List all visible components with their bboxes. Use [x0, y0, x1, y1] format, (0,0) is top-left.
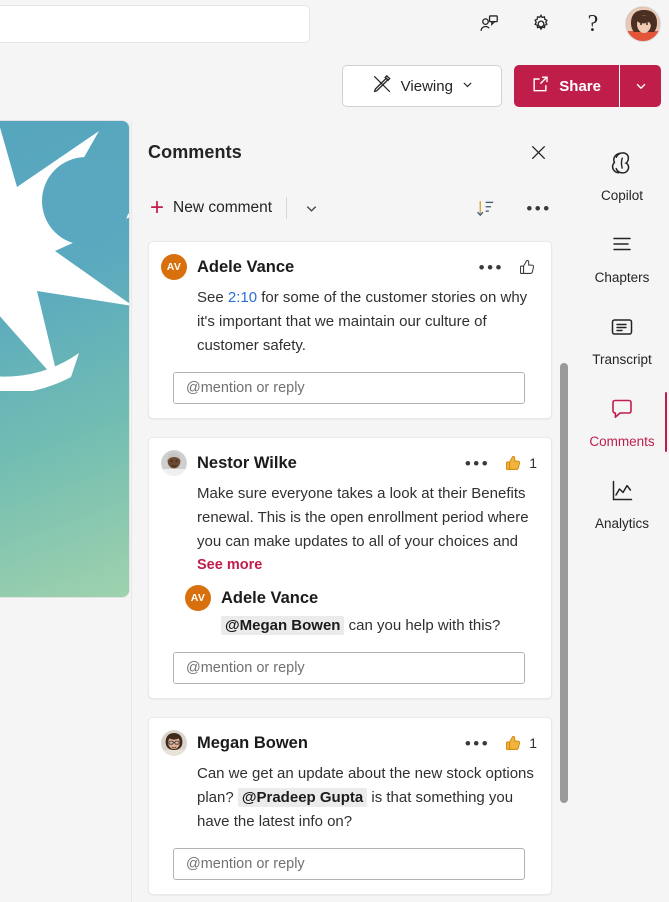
comments-toolbar: + New comment •••	[132, 183, 575, 233]
comment-body: See 2:10 for some of the customer storie…	[197, 286, 537, 358]
reaction-count: 1	[529, 455, 537, 471]
mention-chip[interactable]: @Megan Bowen	[221, 616, 345, 635]
comment-body: Can we get an update about the new stock…	[197, 762, 537, 834]
transcript-icon	[608, 313, 636, 346]
thumbs-up-icon[interactable]: 1	[504, 734, 537, 753]
share-icon	[530, 74, 550, 98]
comment-header-actions: ••• 1	[465, 734, 537, 753]
reply-author-name: Adele Vance	[221, 588, 319, 607]
more-options-icon[interactable]: •••	[525, 194, 553, 222]
page-title: Comments	[148, 141, 242, 162]
help-icon[interactable]: ?	[573, 4, 613, 44]
comments-panel-header: Comments	[132, 121, 575, 183]
rail-item-label: Chapters	[594, 270, 650, 286]
viewing-mode-button[interactable]: Viewing	[342, 65, 503, 107]
comment-reply: AV Adele Vance @Megan Bowen can you help w…	[185, 585, 537, 638]
comment-body: Make sure everyone takes a look at their…	[197, 482, 537, 554]
rail-item-transcript[interactable]: Transcript	[575, 299, 669, 381]
comment-header: AV Adele Vance •••	[161, 254, 537, 280]
top-bar-icons: ?	[469, 4, 661, 44]
right-rail: Copilot Chapters Transcript Comments Analyti…	[575, 121, 669, 902]
rail-item-label: Copilot	[600, 188, 644, 204]
toolbar-right-group: •••	[471, 194, 561, 222]
analytics-icon	[608, 477, 636, 510]
share-label: Share	[559, 77, 601, 95]
comments-scrollbar-thumb[interactable]	[560, 363, 568, 803]
pen-viewing-icon	[371, 73, 393, 99]
rail-item-label: Analytics	[594, 516, 650, 532]
chapters-icon	[608, 231, 636, 264]
starburst-graphic	[0, 127, 129, 391]
plus-icon: +	[150, 194, 165, 221]
search-input[interactable]	[0, 5, 310, 43]
avatar	[161, 730, 187, 756]
comment-more-options-icon[interactable]: •••	[465, 455, 490, 472]
rail-item-label: Comments	[589, 434, 655, 450]
account-avatar[interactable]	[625, 6, 661, 42]
copilot-icon	[608, 149, 636, 182]
comments-icon	[608, 395, 636, 428]
comment-card[interactable]: Megan Bowen ••• 1 Can we get an update abou…	[148, 717, 552, 895]
comment-more-options-icon[interactable]: •••	[479, 259, 504, 276]
comment-author-name: Nestor Wilke	[197, 453, 297, 472]
comment-author-name: Adele Vance	[197, 257, 295, 276]
feedback-icon[interactable]	[469, 4, 509, 44]
new-comment-chevron-down-icon[interactable]	[297, 194, 325, 222]
comment-card[interactable]: Nestor Wilke ••• 1 Make sure everyone takes…	[148, 437, 552, 699]
thumbs-up-icon[interactable]	[518, 258, 537, 277]
comment-card[interactable]: AV Adele Vance ••• See 2:10 for some of the…	[148, 241, 552, 419]
timestamp-link[interactable]: 2:10	[228, 289, 257, 306]
comment-more-options-icon[interactable]: •••	[465, 735, 490, 752]
more-options-dots: •••	[526, 198, 552, 218]
avatar	[161, 450, 187, 476]
comment-text: Make sure everyone takes a look at their…	[197, 485, 529, 550]
comment-header: Nestor Wilke ••• 1	[161, 450, 537, 476]
top-bar: ?	[0, 0, 669, 60]
comment-header: Megan Bowen ••• 1	[161, 730, 537, 756]
viewing-label: Viewing	[400, 77, 453, 95]
rail-item-analytics[interactable]: Analytics	[575, 463, 669, 545]
thumbs-up-icon[interactable]: 1	[504, 454, 537, 473]
comment-author-name: Megan Bowen	[197, 733, 308, 752]
comment-header-actions: ••• 1	[465, 454, 537, 473]
reply-input[interactable]	[173, 652, 525, 684]
reaction-count: 1	[529, 735, 537, 751]
action-row: Viewing Share	[342, 65, 661, 107]
rail-item-comments[interactable]: Comments	[575, 381, 669, 463]
video-thumbnail[interactable]: dership A	[0, 120, 130, 598]
mention-chip[interactable]: @Pradeep Gupta	[237, 788, 368, 807]
help-glyph: ?	[587, 11, 599, 37]
comments-scrollbar[interactable]	[558, 233, 570, 902]
comment-list: AV Adele Vance ••• See 2:10 for some of the…	[132, 233, 576, 902]
comments-scroll-area[interactable]: AV Adele Vance ••• See 2:10 for some of the…	[132, 233, 576, 902]
see-more-link[interactable]: See more	[197, 557, 537, 573]
reply-input[interactable]	[173, 372, 525, 404]
comment-header-actions: •••	[479, 258, 537, 277]
share-button-group: Share	[514, 65, 661, 107]
rail-item-label: Transcript	[592, 352, 652, 368]
comment-text: See	[197, 289, 228, 306]
share-button[interactable]: Share	[514, 65, 619, 107]
comment-text: can you help with this?	[344, 617, 501, 634]
comment-body: @Megan Bowen can you help with this?	[221, 614, 537, 638]
close-icon[interactable]	[523, 137, 553, 167]
avatar-initials: AV	[161, 254, 187, 280]
avatar-initials: AV	[185, 585, 211, 611]
app-root: ? Viewing Share Comments + New comment •…	[0, 0, 669, 902]
sort-icon[interactable]	[471, 194, 499, 222]
new-comment-button[interactable]: + New comment	[144, 192, 278, 224]
share-dropdown-caret[interactable]	[619, 65, 661, 107]
toolbar-divider	[286, 197, 288, 219]
reply-input[interactable]	[173, 848, 525, 880]
reply-header: AV Adele Vance	[185, 585, 537, 611]
comments-panel: Comments + New comment ••• AV Adele Vanc…	[131, 121, 575, 902]
rail-item-chapters[interactable]: Chapters	[575, 217, 669, 299]
new-comment-label: New comment	[173, 199, 273, 216]
chevron-down-icon	[461, 78, 474, 95]
settings-gear-icon[interactable]	[521, 4, 561, 44]
rail-item-copilot[interactable]: Copilot	[575, 135, 669, 217]
